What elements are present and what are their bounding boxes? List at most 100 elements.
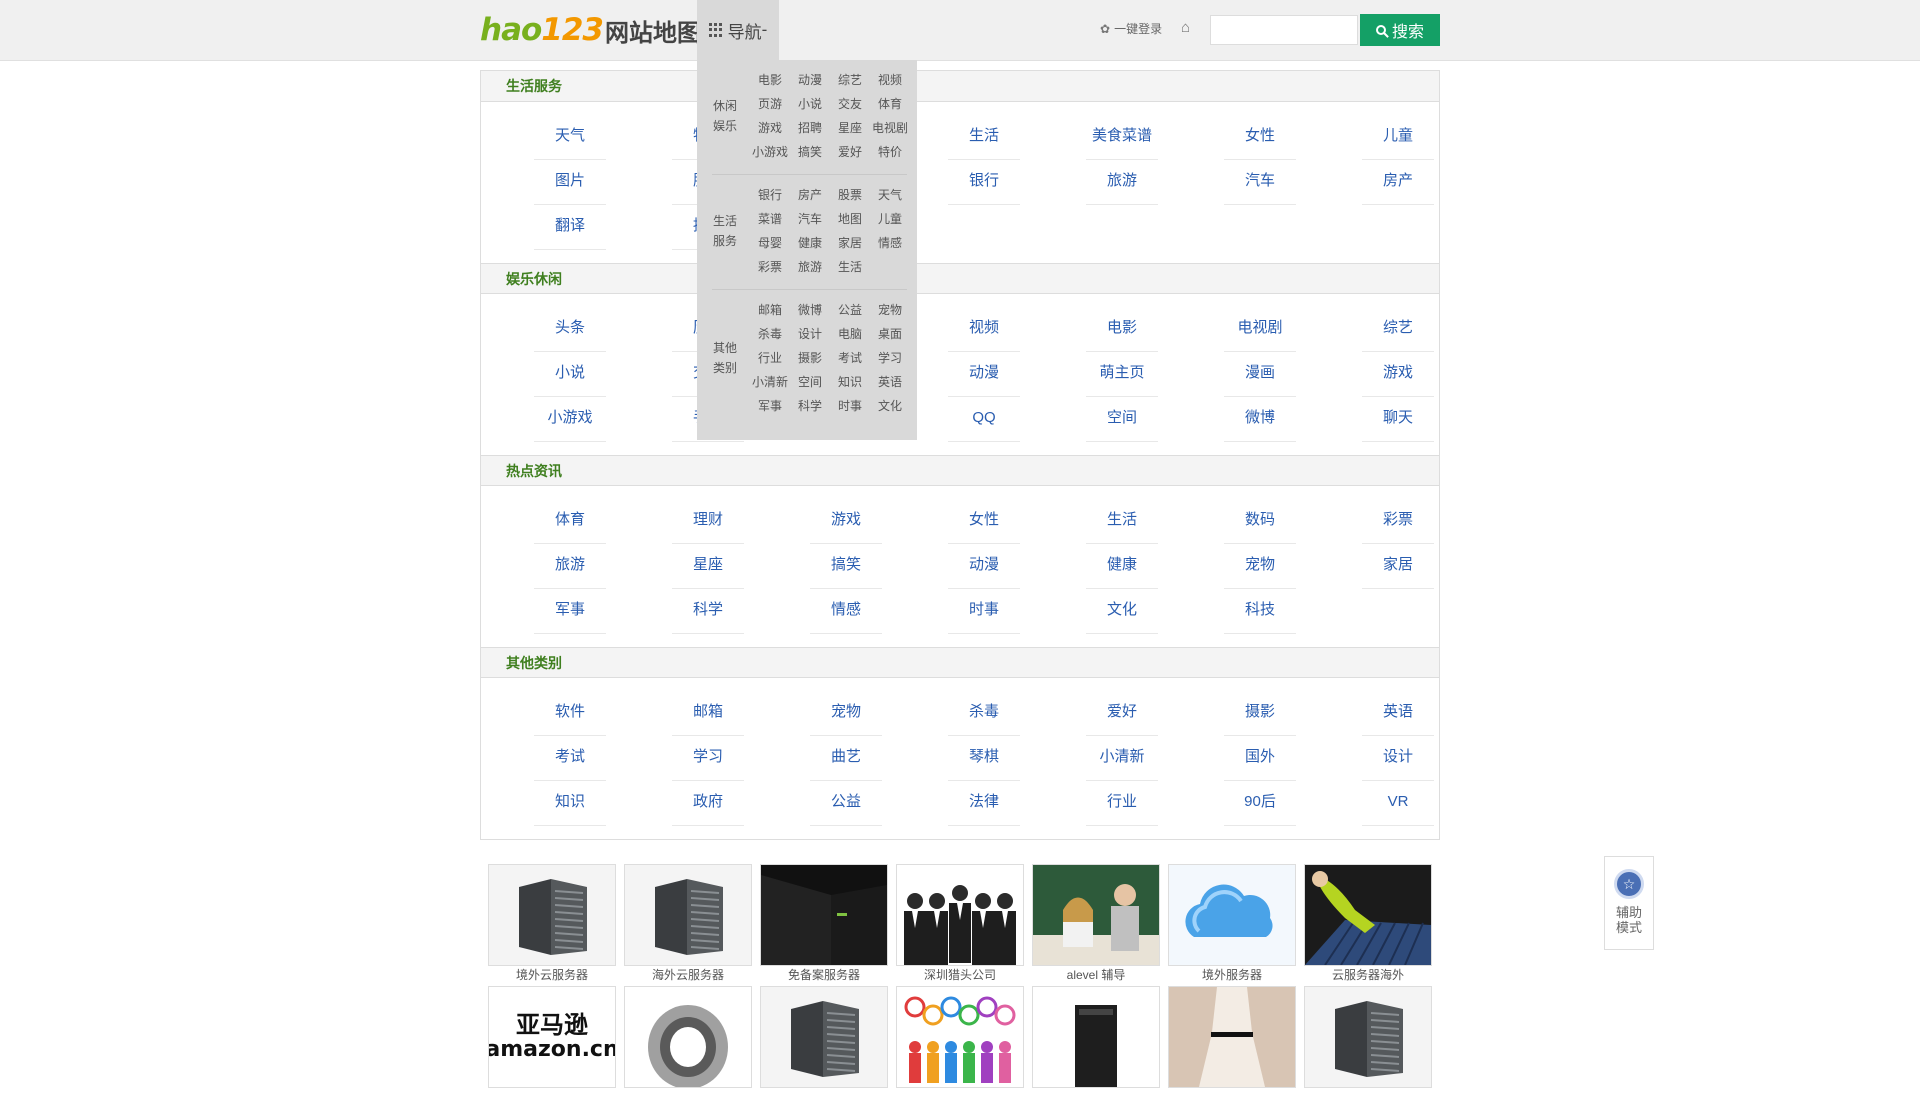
- dropdown-item[interactable]: 页游: [750, 92, 790, 116]
- category-link[interactable]: 空间: [1086, 398, 1158, 442]
- dropdown-item[interactable]: 菜谱: [750, 207, 790, 231]
- category-link[interactable]: 时事: [948, 590, 1020, 634]
- ad-thumbnail[interactable]: 深圳猎头公司: [896, 864, 1024, 984]
- server-rack-image[interactable]: [624, 864, 752, 966]
- dropdown-item[interactable]: 文化: [870, 394, 910, 418]
- dropdown-item[interactable]: 综艺: [830, 68, 870, 92]
- business-people-image[interactable]: [896, 864, 1024, 966]
- category-link[interactable]: 视频: [948, 308, 1020, 352]
- dropdown-item[interactable]: 游戏: [750, 116, 790, 140]
- category-link[interactable]: 法律: [948, 782, 1020, 826]
- tower-server-image[interactable]: [1032, 986, 1160, 1088]
- category-link[interactable]: 琴棋: [948, 737, 1020, 781]
- people-speech-image[interactable]: [896, 986, 1024, 1088]
- ad-thumbnail-caption[interactable]: 深圳猎头公司: [896, 966, 1024, 984]
- category-link[interactable]: 设计: [1362, 737, 1434, 781]
- ad-thumbnail[interactable]: [624, 986, 752, 1106]
- dropdown-item[interactable]: 房产: [790, 183, 830, 207]
- dropdown-item[interactable]: 彩票: [750, 255, 790, 279]
- category-link[interactable]: 旅游: [534, 545, 606, 589]
- dropdown-item[interactable]: 电影: [750, 68, 790, 92]
- dropdown-item[interactable]: 科学: [790, 394, 830, 418]
- keyboard-vacuum-image[interactable]: [1304, 864, 1432, 966]
- category-link[interactable]: 女性: [948, 500, 1020, 544]
- category-link[interactable]: 综艺: [1362, 308, 1434, 352]
- dropdown-item[interactable]: 摄影: [790, 346, 830, 370]
- ad-thumbnail[interactable]: [1032, 986, 1160, 1106]
- server-rack-image[interactable]: [1304, 986, 1432, 1088]
- dropdown-item[interactable]: 小游戏: [750, 140, 790, 164]
- category-link[interactable]: 银行: [948, 161, 1020, 205]
- dropdown-item[interactable]: 星座: [830, 116, 870, 140]
- dropdown-item[interactable]: 时事: [830, 394, 870, 418]
- category-link[interactable]: 美食菜谱: [1086, 116, 1158, 160]
- category-link[interactable]: 游戏: [810, 500, 882, 544]
- dropdown-item[interactable]: 汽车: [790, 207, 830, 231]
- category-link[interactable]: 图片: [534, 161, 606, 205]
- category-link[interactable]: 科学: [672, 590, 744, 634]
- dropdown-item[interactable]: 杀毒: [750, 322, 790, 346]
- assist-mode-button[interactable]: ☆ 辅助模式: [1604, 856, 1654, 950]
- ad-thumbnail-caption[interactable]: 境外服务器: [1168, 966, 1296, 984]
- category-link[interactable]: 星座: [672, 545, 744, 589]
- category-link[interactable]: 国外: [1224, 737, 1296, 781]
- ad-thumbnail-caption[interactable]: alevel 辅导: [1032, 966, 1160, 984]
- dropdown-item[interactable]: 银行: [750, 183, 790, 207]
- category-link[interactable]: 行业: [1086, 782, 1158, 826]
- category-link[interactable]: 曲艺: [810, 737, 882, 781]
- server-rack-image[interactable]: [488, 864, 616, 966]
- classroom-image[interactable]: [1032, 864, 1160, 966]
- dropdown-item[interactable]: 宠物: [870, 298, 910, 322]
- dropdown-item[interactable]: 动漫: [790, 68, 830, 92]
- category-link[interactable]: 家居: [1362, 545, 1434, 589]
- dropdown-item[interactable]: 股票: [830, 183, 870, 207]
- bearing-image[interactable]: [624, 986, 752, 1088]
- one-click-login[interactable]: ✿ 一键登录: [1100, 20, 1162, 37]
- category-link[interactable]: 情感: [810, 590, 882, 634]
- ad-thumbnail[interactable]: 海外云服务器: [624, 864, 752, 984]
- ad-thumbnail-caption[interactable]: [624, 1088, 752, 1106]
- ad-thumbnail[interactable]: 亚马逊 amazon.cn: [488, 986, 616, 1106]
- category-link[interactable]: 摄影: [1224, 692, 1296, 736]
- category-link[interactable]: 游戏: [1362, 353, 1434, 397]
- category-link[interactable]: 房产: [1362, 161, 1434, 205]
- category-link[interactable]: 生活: [1086, 500, 1158, 544]
- category-link[interactable]: 萌主页: [1086, 353, 1158, 397]
- home-icon[interactable]: ⌂: [1181, 19, 1190, 36]
- ad-thumbnail-caption[interactable]: [1032, 1088, 1160, 1106]
- ad-thumbnail-caption[interactable]: [760, 1088, 888, 1106]
- ad-thumbnail[interactable]: [1304, 986, 1432, 1106]
- category-link[interactable]: 军事: [534, 590, 606, 634]
- ad-thumbnail[interactable]: 云服务器海外: [1304, 864, 1432, 984]
- dropdown-item[interactable]: 天气: [870, 183, 910, 207]
- dropdown-item[interactable]: 爱好: [830, 140, 870, 164]
- server-rack-image[interactable]: [760, 986, 888, 1088]
- category-link[interactable]: 考试: [534, 737, 606, 781]
- ad-thumbnail[interactable]: [760, 986, 888, 1106]
- dropdown-item[interactable]: 考试: [830, 346, 870, 370]
- category-link[interactable]: 女性: [1224, 116, 1296, 160]
- category-link[interactable]: 聊天: [1362, 398, 1434, 442]
- category-link[interactable]: 邮箱: [672, 692, 744, 736]
- category-link[interactable]: 小清新: [1086, 737, 1158, 781]
- dropdown-item[interactable]: 小清新: [750, 370, 790, 394]
- ad-thumbnail-caption[interactable]: 海外云服务器: [624, 966, 752, 984]
- dropdown-item[interactable]: 儿童: [870, 207, 910, 231]
- nav-menu-button[interactable]: 导航 -: [697, 0, 779, 60]
- ad-thumbnail-caption[interactable]: [896, 1088, 1024, 1106]
- ad-thumbnail-caption[interactable]: [1304, 1088, 1432, 1106]
- amazon-logo-image[interactable]: 亚马逊 amazon.cn: [488, 986, 616, 1088]
- search-button[interactable]: 搜索: [1360, 14, 1440, 46]
- ad-thumbnail-caption[interactable]: [1168, 1088, 1296, 1106]
- dropdown-item[interactable]: 微博: [790, 298, 830, 322]
- ad-thumbnail[interactable]: 免备案服务器: [760, 864, 888, 984]
- ad-thumbnail-caption[interactable]: 境外云服务器: [488, 966, 616, 984]
- dropdown-item[interactable]: 视频: [870, 68, 910, 92]
- dropdown-item[interactable]: 情感: [870, 231, 910, 255]
- category-link[interactable]: 天气: [534, 116, 606, 160]
- category-link[interactable]: 爱好: [1086, 692, 1158, 736]
- dropdown-item[interactable]: 桌面: [870, 322, 910, 346]
- category-link[interactable]: 健康: [1086, 545, 1158, 589]
- category-link[interactable]: 微博: [1224, 398, 1296, 442]
- ad-thumbnail[interactable]: alevel 辅导: [1032, 864, 1160, 984]
